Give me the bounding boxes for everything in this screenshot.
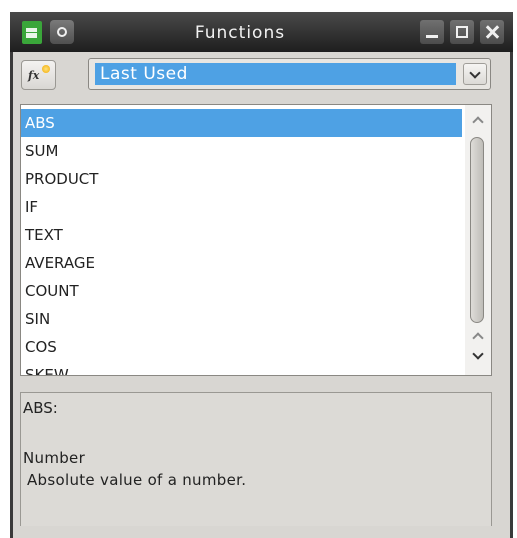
list-scrollbar[interactable] [465, 105, 491, 375]
function-list[interactable]: ABS SUM PRODUCT IF TEXT AVERAGE COUNT SI… [20, 104, 492, 376]
list-item[interactable]: COS [21, 333, 462, 361]
list-item[interactable]: SIN [21, 305, 462, 333]
list-item[interactable]: PRODUCT [21, 165, 462, 193]
category-selected-value: Last Used [95, 63, 456, 85]
scroll-step-up-icon[interactable] [471, 329, 485, 343]
list-item[interactable]: SKEW [21, 361, 462, 375]
list-item[interactable]: COUNT [21, 277, 462, 305]
function-list-items: ABS SUM PRODUCT IF TEXT AVERAGE COUNT SI… [21, 109, 462, 375]
list-item[interactable]: TEXT [21, 221, 462, 249]
function-summary: Absolute value of a number. [27, 471, 247, 489]
close-icon[interactable] [480, 20, 504, 44]
category-dropdown[interactable]: Last Used [88, 58, 491, 90]
list-item[interactable]: SUM [21, 137, 462, 165]
insert-function-button[interactable]: fx [21, 60, 56, 90]
scrollbar-thumb[interactable] [470, 137, 484, 323]
minimize-icon[interactable] [420, 20, 444, 44]
sparkle-icon [42, 65, 50, 73]
chevron-down-icon[interactable] [463, 63, 487, 85]
list-item[interactable]: IF [21, 193, 462, 221]
title-bar[interactable]: Functions [10, 12, 513, 52]
list-item[interactable]: ABS [21, 109, 462, 137]
maximize-icon[interactable] [450, 20, 474, 44]
argument-name: Number [23, 449, 86, 467]
scroll-down-arrow-icon[interactable] [471, 349, 485, 363]
fx-icon: fx [28, 69, 40, 82]
list-item[interactable]: AVERAGE [21, 249, 462, 277]
window-title: Functions [194, 23, 286, 43]
function-description-panel: ABS: Number Absolute value of a number. [20, 392, 492, 526]
function-signature: ABS: [23, 399, 58, 417]
scroll-up-arrow-icon[interactable] [471, 113, 485, 127]
